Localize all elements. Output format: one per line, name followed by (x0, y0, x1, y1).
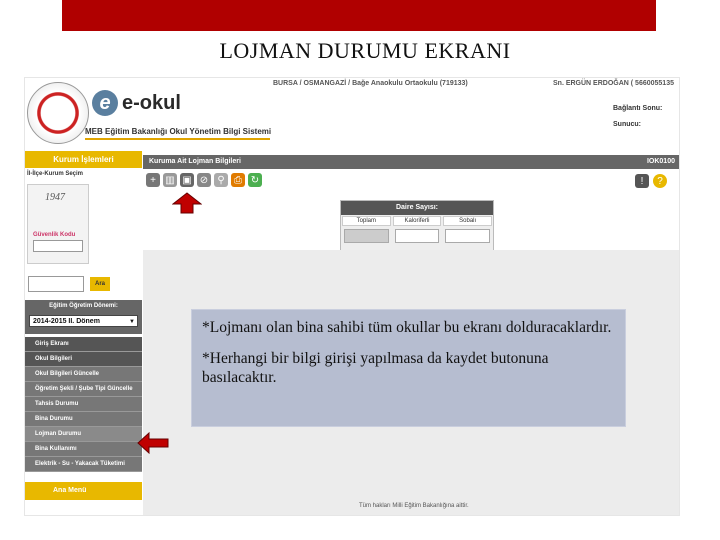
help-icon[interactable]: ? (653, 174, 667, 188)
chevron-down-icon: ▼ (129, 319, 135, 325)
captcha-image: 1947 (45, 192, 65, 203)
logo-text: e-okul (122, 92, 181, 114)
footer-copyright: Tüm hakları Milli Eğitim Bakanlığına ait… (359, 503, 469, 509)
refresh-icon[interactable]: ↻ (248, 173, 262, 187)
logo-subtitle: MEB Eğitim Bakanlığı Okul Yönetim Bilgi … (85, 127, 272, 136)
sidebar-item-2[interactable]: Okul Bilgileri Güncelle (25, 367, 142, 382)
arrow-up-icon (172, 192, 202, 214)
delete-icon[interactable]: ▥ (163, 173, 177, 187)
captcha-label: Güvenlik Kodu (33, 232, 76, 238)
main-title-text: Kuruma Ait Lojman Bilgileri (149, 158, 241, 165)
app-header: e e-okul MEB Eğitim Bakanlığı Okul Yöneti… (25, 78, 679, 150)
sidebar-item-8[interactable]: Elektrik - Su - Yakacak Tüketimi (25, 457, 142, 472)
save-icon[interactable]: ▣ (180, 173, 194, 187)
daire-kalorifer-input[interactable] (394, 229, 440, 243)
logo-underline (85, 138, 270, 140)
instruction-line-1: *Lojmanı olan bina sahibi tüm okullar bu… (202, 319, 612, 336)
main-panel-title: Kuruma Ait Lojman Bilgileri IOK0100 (143, 155, 679, 169)
sidebar-item-4[interactable]: Tahsis Durumu (25, 397, 142, 412)
breadcrumb: BURSA / OSMANGAZİ / Bağe Anaokulu Ortaok… (273, 80, 468, 87)
sidebar-item-5[interactable]: Bina Durumu (25, 412, 142, 427)
add-icon[interactable]: + (146, 173, 160, 187)
captcha-input[interactable] (33, 240, 83, 252)
sidebar-item-0[interactable]: Giriş Ekranı (25, 337, 142, 352)
term-value: 2014-2015 II. Dönem (33, 318, 100, 325)
search-icon[interactable]: ⚲ (214, 173, 228, 187)
sidebar-item-3[interactable]: Öğretim Şekli / Şube Tipi Güncelle (25, 382, 142, 397)
arrow-left-icon (137, 432, 169, 454)
daire-title: Daire Sayısı: (341, 201, 493, 215)
instruction-line-2: *Herhangi bir bilgi girişi yapılmasa da … (202, 350, 549, 386)
connection-label: Bağlantı Sonu: (613, 105, 663, 112)
search-button[interactable]: Ara (90, 277, 110, 291)
toolbar: + ▥ ▣ ⊘ ⚲ ⎙ ↻ (146, 173, 262, 189)
main-menu-button[interactable]: Ana Menü (25, 482, 142, 500)
term-select[interactable]: 2014-2015 II. Dönem ▼ (29, 315, 138, 327)
cancel-icon[interactable]: ⊘ (197, 173, 211, 187)
main-menu-label: Ana Menü (53, 487, 87, 494)
sidebar-item-1[interactable]: Okul Bilgileri (25, 352, 142, 367)
user-info: Sn. ERGÜN ERDOĞAN ( 5660055135 (553, 80, 674, 87)
eokul-logo-icon: e (92, 90, 118, 116)
daire-col-total: Toplam (342, 216, 391, 226)
search-input[interactable] (28, 276, 84, 292)
sidebar-item-6[interactable]: Lojman Durumu (25, 427, 142, 442)
server-label: Sunucu: (613, 121, 641, 128)
daire-soba-input[interactable] (445, 229, 491, 243)
eokul-screenshot: e e-okul MEB Eğitim Bakanlığı Okul Yöneti… (25, 78, 679, 515)
sidebar-item-7[interactable]: Bina Kullanımı (25, 442, 142, 457)
sidebar-menu: Giriş Ekranı Okul Bilgileri Okul Bilgileri… (25, 337, 142, 472)
daire-total-input[interactable] (344, 229, 389, 243)
slide-top-bar (62, 0, 656, 31)
eokul-logo[interactable]: e e-okul (92, 90, 181, 116)
daire-values (341, 227, 493, 245)
warning-icon[interactable]: ! (635, 174, 649, 188)
screen-code: IOK0100 (646, 158, 675, 165)
sidebar-section-title: Kurum İşlemleri (25, 151, 142, 168)
slide-title: LOJMAN DURUMU EKRANI (219, 38, 511, 63)
toolbar-right: ! ? (635, 174, 667, 188)
daire-table: Daire Sayısı: Toplam Kaloriferli Sobalı (340, 200, 494, 252)
daire-col-soba: Sobalı (443, 216, 493, 226)
print-icon[interactable]: ⎙ (231, 173, 245, 187)
instruction-callout: *Lojmanı olan bina sahibi tüm okullar bu… (191, 309, 626, 427)
meb-seal-logo (27, 82, 89, 144)
term-label: Eğitim Öğretim Dönemi: (49, 303, 118, 309)
daire-col-kalorifer: Kaloriferli (392, 216, 442, 226)
daire-columns: Toplam Kaloriferli Sobalı (341, 215, 493, 227)
sidebar-subtitle[interactable]: İl-İlçe-Kurum Seçim (27, 171, 83, 177)
